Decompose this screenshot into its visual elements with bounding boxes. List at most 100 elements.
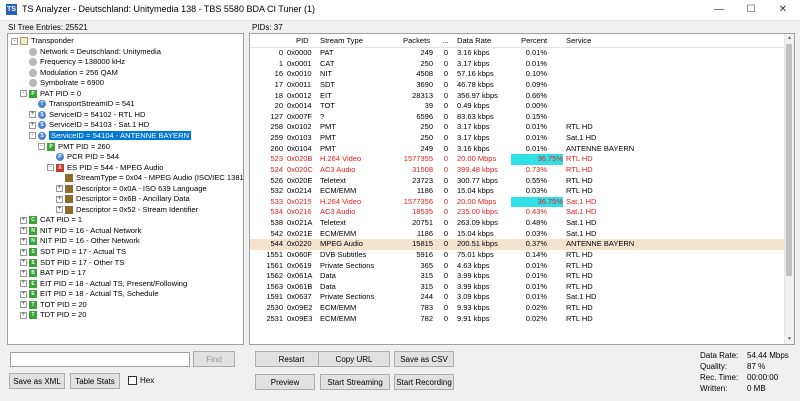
table-row[interactable]: 2530 0x09E2 ECM/EMM 783 0 9.93 kbps 0.02% RTL H… bbox=[250, 303, 784, 314]
hex-checkbox[interactable] bbox=[128, 376, 137, 385]
tree-node[interactable]: + Descriptor = 0x52 - Stream Identifier bbox=[56, 205, 198, 216]
collapse-icon[interactable]: - bbox=[11, 37, 18, 45]
tree-node[interactable]: StreamType = 0x04 - MPEG Audio (ISO/IEC … bbox=[56, 173, 243, 184]
table-row[interactable]: 538 0x021A Teletext 20751 0 263.09 kbps 0.48% S… bbox=[250, 218, 784, 229]
expand-icon[interactable]: + bbox=[20, 216, 27, 224]
find-input[interactable] bbox=[10, 352, 190, 367]
close-button[interactable]: ✕ bbox=[768, 0, 798, 20]
tree-node[interactable]: - Transponder bbox=[11, 36, 74, 47]
table-row[interactable]: 20 0x0014 TOT 39 0 0.49 kbps 0.00% bbox=[250, 101, 784, 112]
tree-node[interactable]: + C CAT PID = 1 bbox=[20, 215, 82, 226]
tree-node-label: SDT PID = 17 - Actual TS bbox=[40, 247, 127, 256]
tree-node[interactable]: Frequency = 138000 kHz bbox=[20, 57, 125, 68]
tree-node[interactable]: + S SDT PID = 17 - Actual TS bbox=[20, 247, 126, 258]
table-row[interactable]: 1561 0x0619 Private Sections 365 0 4.63 kbps 0… bbox=[250, 261, 784, 272]
find-button[interactable]: Find bbox=[193, 351, 235, 367]
start-recording-button[interactable]: Start Recording bbox=[394, 374, 454, 390]
table-row[interactable]: 127 0x007F? 6596 0 83.63 kbps 0.15% bbox=[250, 112, 784, 123]
si-tree[interactable]: - Transponder Network = Deutschland: Unity… bbox=[7, 33, 244, 345]
table-row[interactable]: 1 0x0001 CAT 250 0 3.17 kbps 0.01% bbox=[250, 59, 784, 70]
table-row[interactable]: 1562 0x061A Data 315 0 3.99 kbps 0.01% RTL HD bbox=[250, 271, 784, 282]
tree-node[interactable]: P PCR PID = 544 bbox=[47, 152, 119, 163]
tree-node[interactable]: Modulation = 256 QAM bbox=[20, 68, 118, 79]
col-pid[interactable]: PID bbox=[296, 36, 309, 45]
table-row[interactable]: 0 0x0000 PAT 249 0 3.16 kbps 0.01% bbox=[250, 48, 784, 59]
tree-node[interactable]: - S ServiceID = 54104 - ANTENNE BAYERN bbox=[29, 130, 192, 142]
tree-node[interactable]: + S ServiceID = 54103 - Sat.1 HD bbox=[29, 120, 149, 131]
table-row[interactable]: 544 0x0220 MPEG Audio 15815 0 200.51 kbps 0.37… bbox=[250, 239, 784, 250]
tree-node[interactable]: Network = Deutschland: Unitymedia bbox=[20, 47, 161, 58]
table-row[interactable]: 16 0x0010 NIT 4508 0 57.16 kbps 0.10% bbox=[250, 69, 784, 80]
tree-node[interactable]: + S ServiceID = 54102 - RTL HD bbox=[29, 110, 145, 121]
scroll-up-icon[interactable]: ▲ bbox=[785, 34, 794, 43]
table-row[interactable]: 542 0x021E ECM/EMM 1186 0 15.04 kbps 0.03% Sat.… bbox=[250, 229, 784, 240]
expand-icon[interactable]: + bbox=[20, 290, 27, 298]
table-row[interactable]: 18 0x0012 EIT 28313 0 356.97 kbps 0.66% bbox=[250, 91, 784, 102]
tree-node[interactable]: + E EIT PID = 18 - Actual TS, Schedule bbox=[20, 289, 159, 300]
expand-icon[interactable]: + bbox=[56, 185, 63, 193]
tree-node[interactable]: + B BAT PID = 17 bbox=[20, 268, 86, 279]
expand-icon[interactable]: + bbox=[56, 206, 63, 214]
tree-node[interactable]: Symbolrate = 6900 bbox=[20, 78, 104, 89]
copy-url-button[interactable]: Copy URL bbox=[318, 351, 390, 367]
tree-node[interactable]: + T TOT PID = 20 bbox=[20, 300, 87, 311]
expand-icon[interactable]: + bbox=[29, 121, 36, 129]
expand-icon[interactable]: + bbox=[20, 311, 27, 319]
tree-node[interactable]: - A ES PID = 544 - MPEG Audio bbox=[47, 163, 163, 174]
tree-node[interactable]: + E EIT PID = 18 - Actual TS, Present/Foll… bbox=[20, 279, 187, 290]
tree-node[interactable]: - P PAT PID = 0 bbox=[20, 89, 81, 100]
expand-icon[interactable]: + bbox=[29, 111, 36, 119]
table-row[interactable]: 1551 0x060F DVB Subtitles 5916 0 75.01 kbps 0.… bbox=[250, 250, 784, 261]
table-row[interactable]: 2531 0x09E3 ECM/EMM 782 0 9.91 kbps 0.02% RTL H… bbox=[250, 314, 784, 325]
expand-icon[interactable]: + bbox=[20, 269, 27, 277]
expand-icon[interactable]: + bbox=[20, 227, 27, 235]
table-row[interactable]: 1563 0x061B Data 315 0 3.99 kbps 0.01% RTL HD bbox=[250, 282, 784, 293]
collapse-icon[interactable]: - bbox=[47, 164, 54, 172]
tree-node[interactable]: + Descriptor = 0x0A - ISO 639 Language bbox=[56, 184, 207, 195]
collapse-icon[interactable]: - bbox=[29, 132, 36, 140]
table-row[interactable]: 526 0x020E Teletext 23723 0 300.77 kbps 0.55% R… bbox=[250, 176, 784, 187]
collapse-icon[interactable]: - bbox=[38, 143, 45, 150]
table-row[interactable]: 524 0x020C AC3 Audio 31508 0 399.48 kbps 0.73%… bbox=[250, 165, 784, 176]
tree-node[interactable]: - P PMT PID = 260 bbox=[38, 142, 110, 153]
maximize-button[interactable]: ☐ bbox=[736, 0, 766, 20]
tree-node[interactable]: T TransportStreamID = 541 bbox=[29, 99, 135, 110]
col-data-rate[interactable]: Data Rate bbox=[457, 36, 491, 45]
col-stream-type[interactable]: Stream Type bbox=[320, 36, 363, 45]
expand-icon[interactable]: + bbox=[20, 280, 27, 288]
start-streaming-button[interactable]: Start Streaming bbox=[320, 374, 390, 390]
collapse-icon[interactable]: - bbox=[20, 90, 27, 98]
tree-node[interactable]: + T TDT PID = 20 bbox=[20, 310, 87, 321]
scroll-down-icon[interactable]: ▼ bbox=[785, 335, 794, 344]
preview-button[interactable]: Preview bbox=[255, 374, 315, 390]
expand-icon[interactable]: + bbox=[56, 195, 63, 203]
table-row[interactable]: 258 0x0102 PMT 250 0 3.17 kbps 0.01% RTL HD bbox=[250, 122, 784, 133]
save-as-csv-button[interactable]: Save as CSV bbox=[394, 351, 454, 367]
tree-node[interactable]: + S SDT PID = 17 - Other TS bbox=[20, 258, 124, 269]
table-row[interactable]: 523 0x020B H.264 Video 1577355 0 20.00 Mbps 36… bbox=[250, 154, 784, 165]
table-row[interactable]: 534 0x0216 AC3 Audio 18535 0 235.00 kbps 0.43%… bbox=[250, 207, 784, 218]
tree-node[interactable]: + N NIT PID = 16 - Other Network bbox=[20, 236, 140, 247]
minimize-button[interactable]: — bbox=[704, 0, 734, 20]
pid-table[interactable]: PID Stream Type Packets ... Data Rate Pe… bbox=[249, 33, 795, 345]
scrollbar-thumb[interactable] bbox=[786, 44, 792, 276]
col-packets[interactable]: Packets bbox=[403, 36, 430, 45]
expand-icon[interactable]: + bbox=[20, 259, 27, 267]
save-as-xml-button[interactable]: Save as XML bbox=[9, 373, 65, 389]
col-dots[interactable]: ... bbox=[442, 36, 448, 45]
table-row[interactable]: 260 0x0104 PMT 249 0 3.16 kbps 0.01% ANTENNE BA… bbox=[250, 144, 784, 155]
tree-node[interactable]: + Descriptor = 0x6B - Ancillary Data bbox=[56, 194, 190, 205]
table-row[interactable]: 533 0x0215 H.264 Video 1577356 0 20.00 Mbps 36… bbox=[250, 196, 784, 208]
expand-icon[interactable]: + bbox=[20, 248, 27, 256]
expand-icon[interactable]: + bbox=[20, 237, 27, 245]
expand-icon[interactable]: + bbox=[20, 301, 27, 309]
table-stats-button[interactable]: Table Stats bbox=[70, 373, 120, 389]
col-percent[interactable]: Percent bbox=[521, 36, 547, 45]
table-scrollbar[interactable]: ▲ ▼ bbox=[784, 34, 794, 344]
table-row[interactable]: 17 0x0011 SDT 3690 0 46.78 kbps 0.09% bbox=[250, 80, 784, 91]
col-service[interactable]: Service bbox=[566, 36, 591, 45]
table-row[interactable]: 532 0x0214 ECM/EMM 1186 0 15.04 kbps 0.03% RTL … bbox=[250, 186, 784, 197]
table-row[interactable]: 259 0x0103 PMT 250 0 3.17 kbps 0.01% Sat.1 HD bbox=[250, 133, 784, 144]
table-row[interactable]: 1591 0x0637 Private Sections 244 0 3.09 kbps 0… bbox=[250, 292, 784, 303]
tree-node[interactable]: + N NIT PID = 16 - Actual Network bbox=[20, 226, 141, 237]
